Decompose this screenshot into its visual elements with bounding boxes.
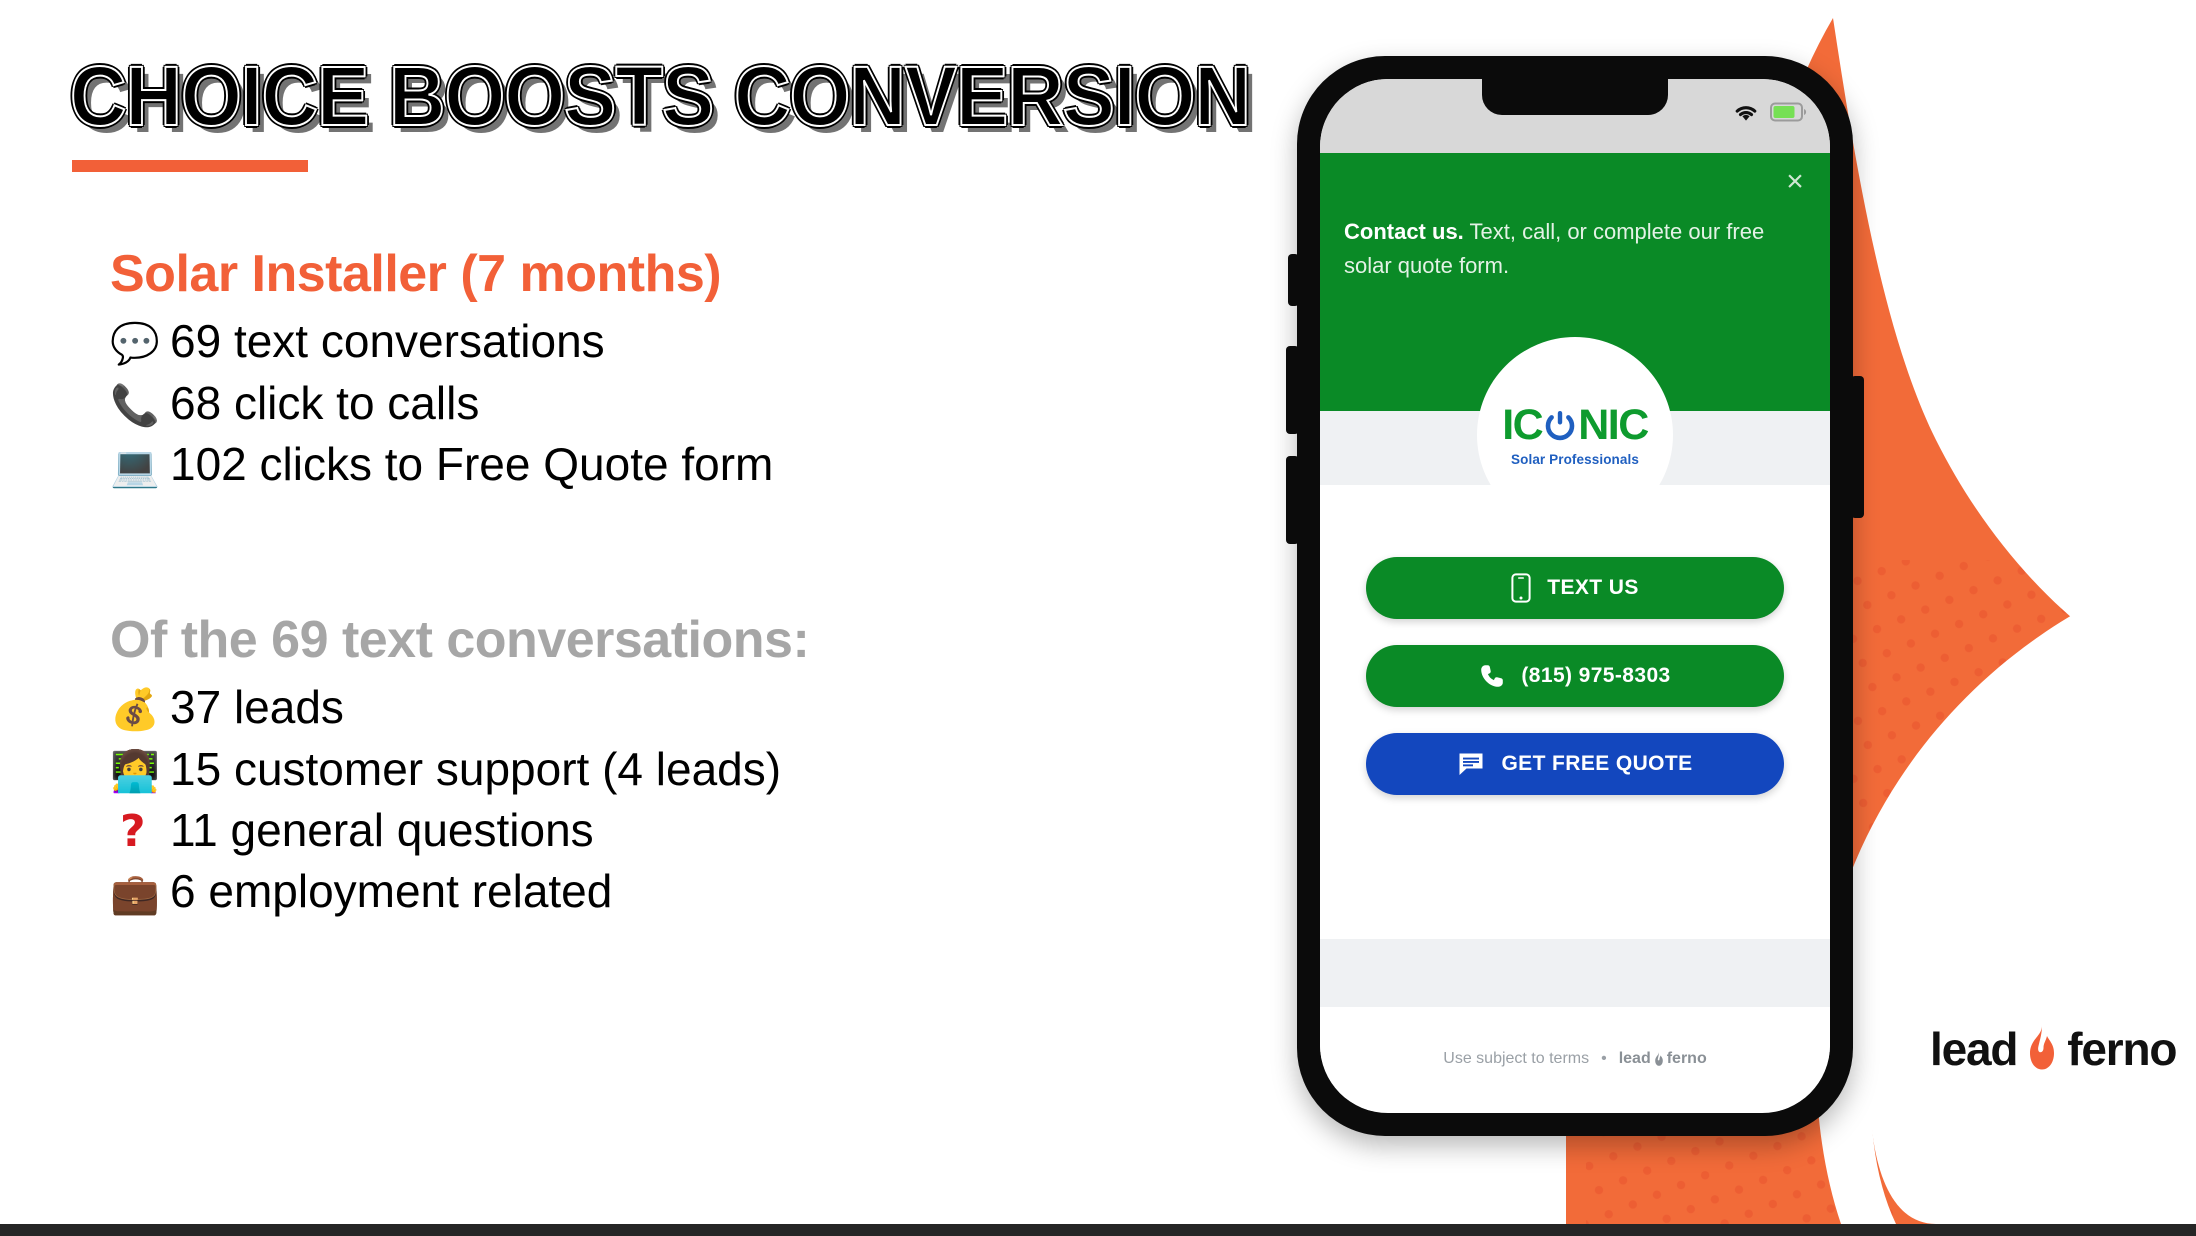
- section-text-conversation-breakdown: Of the 69 text conversations: 💰 37 leads…: [110, 610, 1230, 922]
- phone-status-bar: [1320, 79, 1830, 153]
- leadferno-footer-logo-right: ferno: [1666, 1050, 1707, 1067]
- list-item-label: 102 clicks to Free Quote form: [170, 437, 774, 490]
- phone-notch: [1482, 79, 1668, 115]
- list-item: 💻 102 clicks to Free Quote form: [110, 434, 1230, 495]
- call-phone-number-label: (815) 975-8303: [1521, 664, 1671, 687]
- flame-icon: [2030, 1025, 2055, 1070]
- iconic-wordmark-left: IC: [1502, 400, 1544, 449]
- page-title: CHOICE BOOSTS CONVERSION: [69, 49, 1252, 143]
- chat-message-icon: [1459, 753, 1483, 775]
- wifi-icon: [1735, 106, 1757, 121]
- title-underline-rule: [72, 160, 308, 172]
- leadferno-footer-logo-left: lead: [1618, 1050, 1651, 1067]
- list-item: 💼 6 employment related: [110, 861, 1230, 922]
- phone-mockup: × Contact us. Text, call, or complete ou…: [1286, 56, 1864, 1136]
- laptop-emoji: 💻: [110, 443, 160, 490]
- list-item-label: 68 click to calls: [170, 376, 480, 429]
- terms-link[interactable]: Use subject to terms: [1443, 1050, 1589, 1068]
- section-heading-conversation-breakdown: Of the 69 text conversations:: [110, 611, 810, 669]
- iconic-wordmark-right: NIC: [1578, 400, 1649, 449]
- text-us-button[interactable]: TEXT US: [1366, 557, 1784, 619]
- money-bag-emoji: 💰: [110, 687, 160, 734]
- widget-headline: Contact us. Text, call, or complete our …: [1344, 215, 1774, 283]
- telephone-receiver-emoji: 📞: [110, 382, 160, 429]
- list-item-label: 11 general questions: [170, 803, 594, 856]
- leadferno-logo-right: ferno: [2067, 1023, 2177, 1075]
- content-column: CHOICE BOOSTS CONVERSION Solar Installer…: [0, 0, 1252, 1236]
- list-item-label: 6 employment related: [170, 864, 613, 917]
- footer-separator: •: [1601, 1050, 1607, 1067]
- battery-icon: [1770, 102, 1807, 121]
- widget-cta-group: TEXT US (815) 975-8303 GET FREE QUOTE: [1320, 485, 1830, 843]
- list-item: 👩‍💻 15 customer support (4 leads): [110, 739, 1230, 800]
- person-with-laptop-emoji: 👩‍💻: [110, 748, 160, 795]
- section-solar-installer: Solar Installer (7 months) 💬 69 text con…: [110, 244, 1230, 495]
- list-item: ? 11 general questions: [110, 800, 1230, 861]
- slide-canvas: CHOICE BOOSTS CONVERSION Solar Installer…: [0, 0, 2196, 1236]
- status-icon-group: [1732, 101, 1808, 122]
- phone-volume-up-button[interactable]: [1286, 346, 1299, 434]
- text-us-button-label: TEXT US: [1547, 576, 1639, 599]
- list-item: 💬 69 text conversations: [110, 311, 1230, 372]
- widget-footer: Use subject to terms • lead ferno: [1320, 1007, 1830, 1111]
- leadferno-logo: lead ferno: [1930, 1022, 2177, 1076]
- slide-bottom-rule: [0, 1224, 2196, 1236]
- stats-list-conversation-breakdown: 💰 37 leads 👩‍💻 15 customer support (4 le…: [110, 677, 1230, 922]
- iconic-tagline: Solar Professionals: [1511, 451, 1639, 467]
- phone-power-button[interactable]: [1851, 376, 1864, 518]
- phone-screen: × Contact us. Text, call, or complete ou…: [1320, 79, 1830, 1113]
- flame-icon: [1654, 1051, 1663, 1066]
- power-symbol-icon: [1545, 411, 1575, 441]
- stats-list-solar-installer: 💬 69 text conversations 📞 68 click to ca…: [110, 311, 1230, 495]
- widget-hero-panel: × Contact us. Text, call, or complete ou…: [1320, 153, 1830, 533]
- close-icon[interactable]: ×: [1780, 167, 1810, 197]
- iconic-logo: IC NIC Solar Professionals: [1477, 337, 1673, 533]
- phone-handset-icon: [1481, 665, 1504, 687]
- briefcase-emoji: 💼: [110, 870, 160, 917]
- mobile-phone-icon: [1511, 573, 1531, 603]
- section-heading-solar-installer: Solar Installer (7 months): [110, 245, 722, 303]
- list-item-label: 37 leads: [170, 681, 344, 734]
- leadferno-logo-left: lead: [1930, 1023, 2018, 1075]
- leadferno-footer-logo[interactable]: lead ferno: [1619, 1050, 1707, 1068]
- list-item-label: 15 customer support (4 leads): [170, 742, 782, 795]
- list-item: 📞 68 click to calls: [110, 373, 1230, 434]
- get-free-quote-label: GET FREE QUOTE: [1501, 752, 1693, 775]
- question-mark-emoji: ?: [120, 805, 146, 857]
- phone-volume-down-button[interactable]: [1286, 456, 1299, 544]
- speech-balloon-emoji: 💬: [110, 321, 160, 368]
- widget-headline-bold: Contact us.: [1344, 219, 1464, 244]
- widget-footer-band: [1320, 939, 1830, 1007]
- call-phone-number-button[interactable]: (815) 975-8303: [1366, 645, 1784, 707]
- list-item-label: 69 text conversations: [170, 315, 605, 368]
- iconic-wordmark: IC NIC: [1502, 400, 1649, 449]
- get-free-quote-button[interactable]: GET FREE QUOTE: [1366, 733, 1784, 795]
- list-item: 💰 37 leads: [110, 677, 1230, 738]
- phone-mute-switch[interactable]: [1288, 254, 1299, 306]
- widget-spacer: [1320, 843, 1830, 939]
